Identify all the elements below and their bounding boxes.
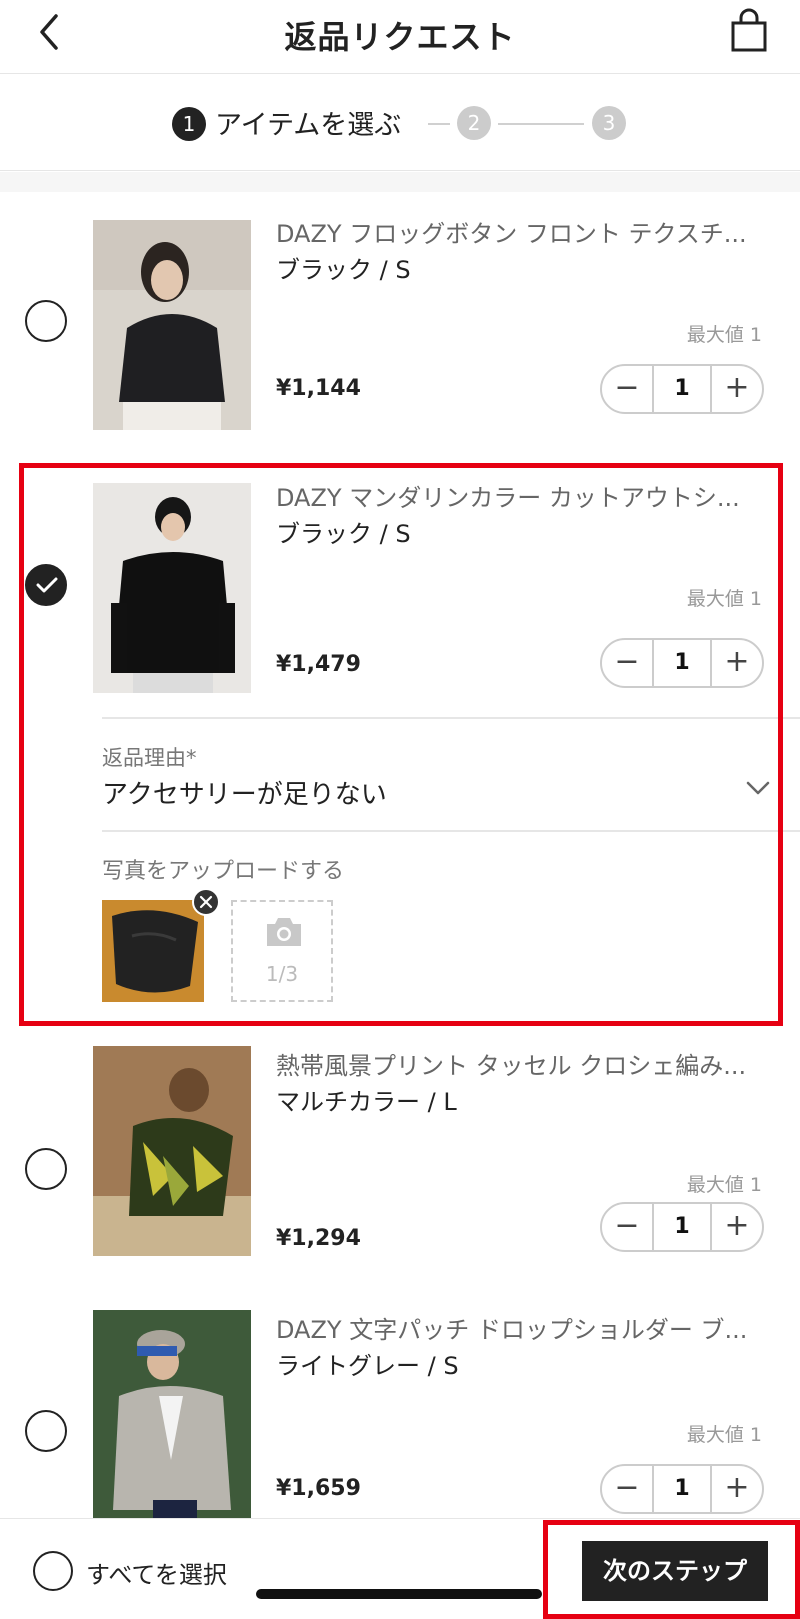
step-connector bbox=[498, 123, 584, 125]
increase-quantity-button[interactable]: + bbox=[712, 640, 762, 686]
product-image bbox=[93, 483, 251, 693]
quantity-value: 1 bbox=[652, 1204, 712, 1250]
decrease-quantity-button[interactable]: − bbox=[602, 1204, 652, 1250]
shopping-bag-icon bbox=[731, 8, 767, 52]
next-step-button[interactable]: 次のステップ bbox=[582, 1541, 768, 1601]
decrease-quantity-button[interactable]: − bbox=[602, 366, 652, 412]
quantity-value: 1 bbox=[652, 1466, 712, 1512]
product-variant: ブラック / S bbox=[276, 520, 411, 548]
product-image bbox=[93, 220, 251, 430]
product-variant: マルチカラー / L bbox=[276, 1088, 457, 1116]
quantity-stepper: − 1 + bbox=[600, 638, 764, 688]
product-price: ¥1,479 bbox=[276, 652, 361, 677]
step-connector bbox=[428, 123, 450, 125]
remove-photo-button[interactable] bbox=[192, 888, 220, 916]
chevron-down-icon bbox=[746, 781, 770, 795]
checkmark-icon bbox=[36, 577, 58, 593]
product-price: ¥1,294 bbox=[276, 1226, 361, 1251]
return-reason-label: 返品理由* bbox=[102, 746, 197, 770]
item-select-radio[interactable] bbox=[25, 1148, 67, 1190]
quantity-stepper: − 1 + bbox=[600, 1202, 764, 1252]
return-item-row: 熱帯風景プリント タッセル クロシェ編み... マルチカラー / L 最大値 1… bbox=[0, 1026, 800, 1284]
product-image bbox=[93, 1046, 251, 1256]
upload-count: 1/3 bbox=[265, 962, 299, 986]
return-item-row: DAZY 文字パッチ ドロップショルダー ブ... ライトグレー / S 最大値… bbox=[0, 1290, 800, 1518]
product-price: ¥1,144 bbox=[276, 376, 361, 401]
item-select-radio[interactable] bbox=[25, 300, 67, 342]
product-variant: ライトグレー / S bbox=[276, 1352, 459, 1380]
product-price: ¥1,659 bbox=[276, 1476, 361, 1501]
select-all-radio[interactable] bbox=[33, 1551, 73, 1591]
step-1-label: アイテムを選ぶ bbox=[215, 110, 402, 141]
quantity-stepper: − 1 + bbox=[600, 1464, 764, 1514]
max-quantity-label: 最大値 1 bbox=[686, 588, 762, 610]
close-icon bbox=[199, 895, 213, 909]
add-photo-button[interactable]: 1/3 bbox=[231, 900, 333, 1002]
bottom-action-bar: すべてを選択 次のステップ bbox=[0, 1518, 800, 1619]
decrease-quantity-button[interactable]: − bbox=[602, 1466, 652, 1512]
max-quantity-label: 最大値 1 bbox=[686, 324, 762, 346]
product-image bbox=[93, 1310, 251, 1518]
divider bbox=[102, 830, 800, 832]
product-name: DAZY 文字パッチ ドロップショルダー ブ... bbox=[276, 1316, 748, 1344]
camera-icon bbox=[267, 918, 301, 946]
bag-button[interactable] bbox=[726, 8, 772, 54]
return-item-row-selected: DAZY マンダリンカラー カットアウトシ... ブラック / S 最大値 1 … bbox=[0, 456, 800, 1016]
select-all-label[interactable]: すべてを選択 bbox=[86, 1555, 227, 1590]
section-divider bbox=[0, 172, 800, 192]
return-item-row: DAZY フロッグボタン フロント テクスチ... ブラック / S 最大値 1… bbox=[0, 192, 800, 440]
upload-photo-label: 写真をアップロードする bbox=[102, 859, 345, 884]
max-quantity-label: 最大値 1 bbox=[686, 1174, 762, 1196]
return-reason-value: アクセサリーが足りない bbox=[102, 780, 387, 810]
product-name: 熱帯風景プリント タッセル クロシェ編み... bbox=[276, 1052, 747, 1080]
decrease-quantity-button[interactable]: − bbox=[602, 640, 652, 686]
quantity-stepper: − 1 + bbox=[600, 364, 764, 414]
divider bbox=[102, 717, 800, 719]
progress-stepper: 1 アイテムを選ぶ 2 3 bbox=[0, 75, 800, 171]
increase-quantity-button[interactable]: + bbox=[712, 1204, 762, 1250]
product-name: DAZY マンダリンカラー カットアウトシ... bbox=[276, 484, 740, 512]
increase-quantity-button[interactable]: + bbox=[712, 366, 762, 412]
increase-quantity-button[interactable]: + bbox=[712, 1466, 762, 1512]
home-indicator bbox=[256, 1589, 542, 1599]
step-3-indicator: 3 bbox=[592, 106, 626, 140]
uploaded-photo[interactable] bbox=[102, 900, 204, 1002]
page-title: 返品リクエスト bbox=[284, 18, 516, 56]
quantity-value: 1 bbox=[652, 640, 712, 686]
quantity-value: 1 bbox=[652, 366, 712, 412]
max-quantity-label: 最大値 1 bbox=[686, 1424, 762, 1446]
product-variant: ブラック / S bbox=[276, 256, 411, 284]
item-select-radio[interactable] bbox=[25, 564, 67, 606]
item-select-radio[interactable] bbox=[25, 1410, 67, 1452]
product-name: DAZY フロッグボタン フロント テクスチ... bbox=[276, 220, 747, 248]
step-2-indicator: 2 bbox=[457, 106, 491, 140]
top-bar: 返品リクエスト bbox=[0, 0, 800, 74]
step-1-indicator: 1 bbox=[172, 107, 206, 141]
